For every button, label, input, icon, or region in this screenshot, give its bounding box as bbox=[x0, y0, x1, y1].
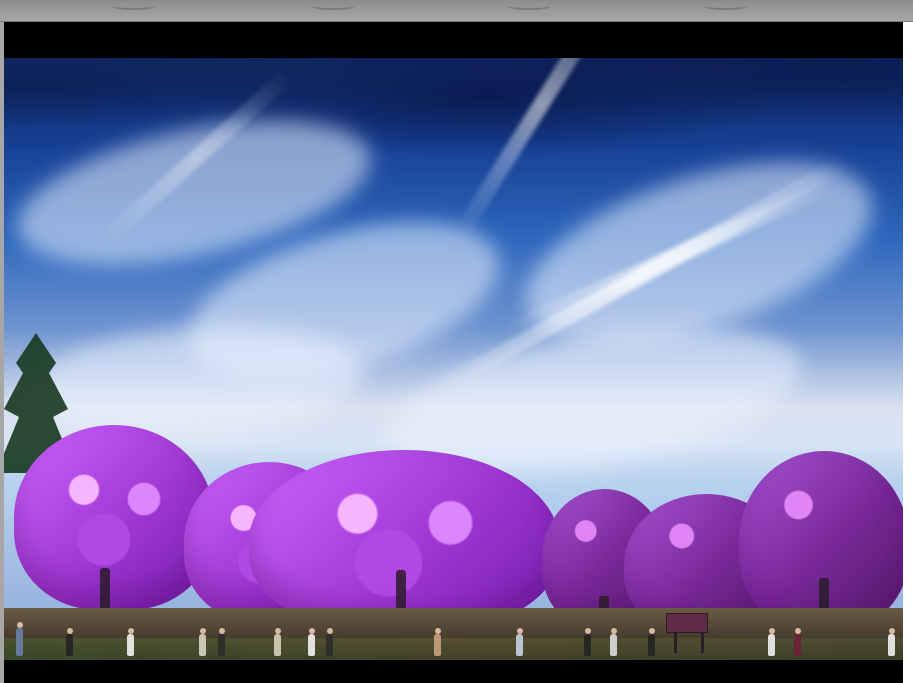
top-strip bbox=[0, 0, 913, 22]
top-strip-mark bbox=[311, 2, 355, 10]
person bbox=[127, 628, 134, 656]
top-strip-mark bbox=[112, 2, 156, 10]
person bbox=[610, 628, 617, 656]
person bbox=[516, 628, 523, 656]
park-sign bbox=[666, 613, 708, 633]
sign-post bbox=[674, 633, 677, 653]
letterbox-top bbox=[4, 22, 903, 58]
cherry-blossom-tree bbox=[14, 425, 214, 610]
person bbox=[584, 628, 591, 656]
image-viewer bbox=[0, 0, 913, 683]
person bbox=[434, 628, 441, 656]
person bbox=[16, 622, 23, 656]
top-strip-mark bbox=[704, 2, 748, 10]
person bbox=[274, 628, 281, 656]
sign-post bbox=[701, 633, 704, 653]
person bbox=[326, 628, 333, 656]
cherry-blossom-photo bbox=[4, 58, 903, 660]
person bbox=[199, 628, 206, 656]
person bbox=[66, 628, 73, 656]
person bbox=[308, 628, 315, 656]
letterbox-bottom bbox=[4, 660, 903, 683]
person bbox=[768, 628, 775, 656]
photo-frame bbox=[4, 22, 903, 683]
cloud bbox=[20, 316, 368, 450]
person bbox=[888, 628, 895, 656]
person bbox=[794, 628, 801, 656]
top-strip-mark bbox=[507, 2, 551, 10]
person bbox=[218, 628, 225, 656]
person bbox=[648, 628, 655, 656]
